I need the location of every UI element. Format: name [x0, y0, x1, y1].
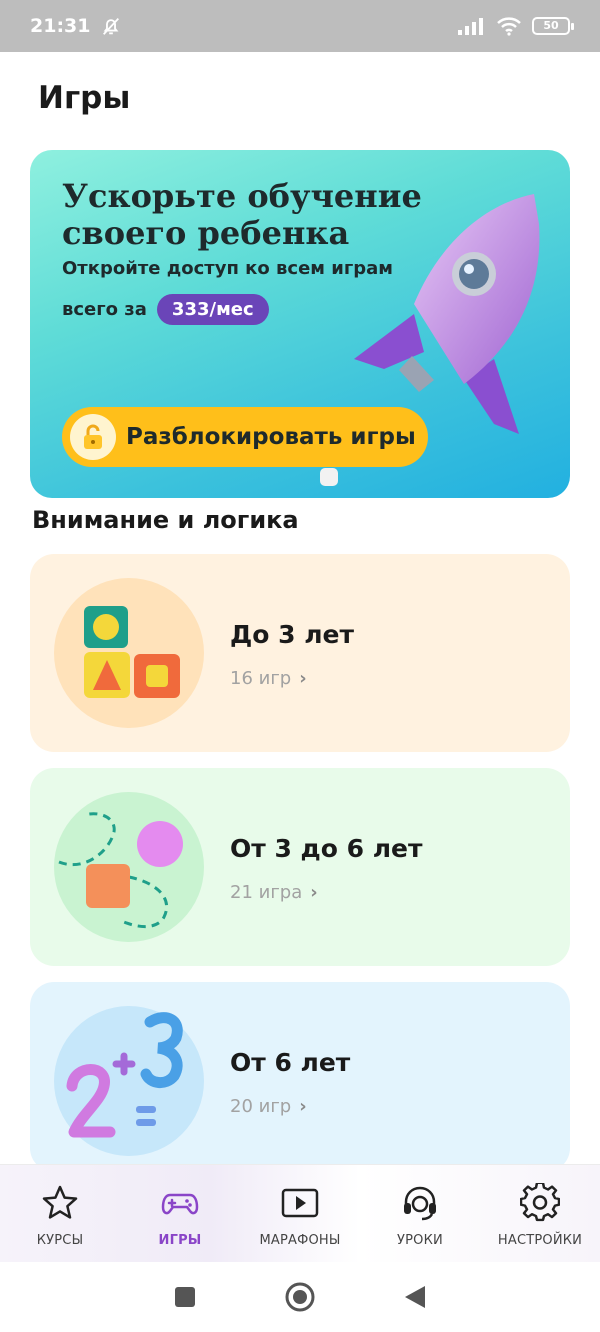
nav-item-marathons[interactable]: МАРАФОНЫ [240, 1165, 360, 1262]
nav-label: УРОКИ [397, 1233, 443, 1248]
nav-item-games[interactable]: ИГРЫ [120, 1165, 240, 1262]
nav-item-settings[interactable]: НАСТРОЙКИ [480, 1165, 600, 1262]
wifi-icon [497, 17, 521, 36]
gear-icon [520, 1183, 560, 1222]
back-icon[interactable] [403, 1284, 427, 1310]
nav-item-courses[interactable]: КУРСЫ [0, 1165, 120, 1262]
category-count: 16 игр › [230, 668, 307, 689]
category-title: От 6 лет [230, 1048, 351, 1077]
category-count: 21 игра › [230, 882, 318, 903]
nav-label: МАРАФОНЫ [259, 1233, 341, 1248]
unlock-circle [70, 414, 116, 460]
star-icon [42, 1185, 78, 1219]
nav-label: НАСТРОЙКИ [497, 1233, 583, 1248]
banner-price-row: всего за 333/мес [62, 294, 269, 325]
page-title: Игры [38, 80, 131, 116]
headset-icon [404, 1186, 436, 1221]
price-prefix: всего за [62, 299, 147, 320]
chevron-right-icon: › [310, 882, 318, 903]
status-bar: 21:31 50 [0, 0, 600, 52]
category-title: До 3 лет [230, 620, 354, 649]
muted-bell-icon [103, 18, 120, 35]
play-icon [281, 1188, 319, 1218]
category-count-label: 16 игр [230, 668, 292, 689]
category-count-label: 21 игра [230, 882, 303, 903]
system-nav-bar [0, 1262, 600, 1332]
unlock-games-button[interactable]: Разблокировать игры [62, 407, 428, 467]
math-numbers-icon [54, 1006, 204, 1156]
category-title: От 3 до 6 лет [230, 834, 423, 863]
signal-icon [458, 18, 483, 35]
status-time: 21:31 [30, 15, 91, 37]
nav-item-lessons[interactable]: УРОКИ [360, 1165, 480, 1262]
category-count: 20 игр › [230, 1096, 307, 1117]
category-count-label: 20 игр [230, 1096, 292, 1117]
banner-page-indicator [320, 468, 338, 486]
section-title: Внимание и логика [32, 506, 299, 534]
nav-label: КУРСЫ [36, 1233, 84, 1248]
category-card-under-3[interactable]: До 3 лет 16 игр › [30, 554, 570, 752]
home-icon[interactable] [284, 1281, 316, 1313]
unlock-button-label: Разблокировать игры [126, 424, 416, 450]
gamepad-icon [161, 1193, 199, 1215]
blocks-icon [54, 578, 204, 728]
battery-icon: 50 [532, 17, 574, 35]
chevron-right-icon: › [299, 668, 307, 689]
open-lock-icon [84, 424, 102, 449]
price-badge: 333/мес [156, 294, 269, 325]
chevron-right-icon: › [299, 1096, 307, 1117]
category-card-6-plus[interactable]: От 6 лет 20 игр › [30, 982, 570, 1172]
shapes-path-icon [54, 792, 204, 942]
nav-label: ИГРЫ [158, 1233, 202, 1248]
bottom-nav: КУРСЫ ИГРЫ МАРАФОНЫ УРОКИ НАСТРОЙКИ [0, 1164, 600, 1262]
category-card-3-to-6[interactable]: От 3 до 6 лет 21 игра › [30, 768, 570, 966]
promo-banner[interactable]: Ускорьте обучение своего ребенка Откройт… [30, 150, 570, 498]
recents-icon[interactable] [173, 1285, 197, 1309]
